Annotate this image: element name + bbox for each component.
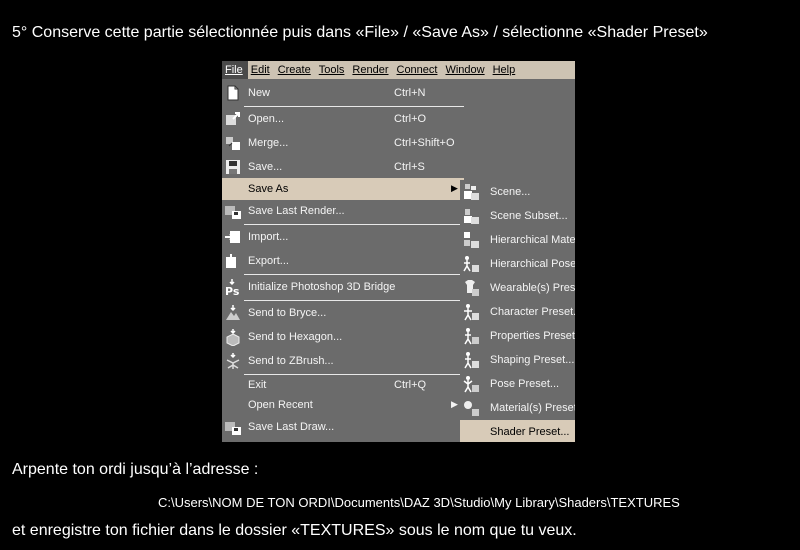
- file-menu-dropdown: New Ctrl+N Open... Ctrl+O Merge... Ctrl+…: [222, 79, 464, 442]
- submenu-item-pose[interactable]: Pose Preset...: [460, 372, 575, 396]
- wearable-icon: [465, 280, 479, 296]
- pose-icon: [463, 376, 479, 393]
- character-icon: [464, 304, 479, 321]
- svg-text:Ps: Ps: [225, 285, 240, 296]
- export-icon: [226, 254, 236, 268]
- daz-studio-screenshot: File Edit Create Tools Render Connect Wi…: [222, 61, 575, 442]
- submenu-item-scene-subset[interactable]: Scene Subset...: [460, 204, 575, 228]
- submenu-item-shaping[interactable]: Shaping Preset...: [460, 348, 575, 372]
- submenu-arrow-icon: ▶: [451, 399, 458, 409]
- menu-item-merge[interactable]: Merge... Ctrl+Shift+O: [222, 132, 464, 154]
- instruction-save: et enregistre ton fichier dans le dossie…: [12, 522, 577, 539]
- menu-item-save-as[interactable]: Save As ▶: [222, 178, 464, 200]
- menu-edit[interactable]: Edit: [248, 61, 275, 79]
- hexagon-icon: [226, 329, 240, 346]
- save-as-submenu: Scene... Scene Subset... Hierarchical Ma…: [460, 180, 575, 442]
- menu-separator: [244, 106, 464, 107]
- menu-separator: [244, 274, 464, 275]
- instruction-navigate: Arpente ton ordi jusqu’à l’adresse :: [12, 461, 259, 478]
- hier-pose-icon: [463, 256, 479, 272]
- shaping-icon: [464, 352, 479, 369]
- menu-tools[interactable]: Tools: [316, 61, 350, 79]
- submenu-item-character[interactable]: Character Preset...: [460, 300, 575, 324]
- menu-bar: File Edit Create Tools Render Connect Wi…: [222, 61, 575, 79]
- menu-create[interactable]: Create: [275, 61, 316, 79]
- save-disk-icon: [226, 160, 240, 174]
- menu-item-open[interactable]: Open... Ctrl+O: [222, 108, 464, 130]
- menu-item-new[interactable]: New Ctrl+N: [222, 82, 464, 104]
- hier-material-icon: [464, 232, 479, 248]
- menu-connect[interactable]: Connect: [394, 61, 443, 79]
- submenu-item-hierarchical-pose[interactable]: Hierarchical Pose Preset...: [460, 252, 575, 276]
- menu-item-save-last-render[interactable]: Save Last Render...: [222, 200, 464, 222]
- new-file-icon: [227, 85, 239, 101]
- submenu-item-shader-preset[interactable]: Shader Preset...: [460, 420, 575, 442]
- folder-path: C:\Users\NOM DE TON ORDI\Documents\DAZ 3…: [158, 495, 680, 510]
- submenu-item-hierarchical-material[interactable]: Hierarchical Material(s) Preset...: [460, 228, 575, 252]
- bryce-icon: [226, 305, 240, 320]
- menu-item-save-last-draw[interactable]: Save Last Draw...: [222, 416, 464, 438]
- submenu-arrow-icon: ▶: [451, 183, 458, 193]
- open-icon: [226, 112, 240, 125]
- scene-subset-icon: [464, 209, 479, 224]
- menu-item-exit[interactable]: Exit Ctrl+Q: [222, 374, 464, 396]
- menu-item-open-recent[interactable]: Open Recent ▶: [222, 394, 464, 416]
- submenu-item-materials[interactable]: Material(s) Preset...: [460, 396, 575, 420]
- submenu-item-wearables[interactable]: Wearable(s) Preset...: [460, 276, 575, 300]
- menu-item-import[interactable]: Import...: [222, 226, 464, 248]
- menu-item-export[interactable]: Export...: [222, 250, 464, 272]
- scene-preset-icon: [464, 184, 479, 200]
- menu-file[interactable]: File: [222, 61, 248, 79]
- menu-separator: [244, 224, 464, 225]
- menu-help[interactable]: Help: [490, 61, 521, 79]
- menu-separator: [244, 300, 464, 301]
- menu-item-send-bryce[interactable]: Send to Bryce...: [222, 302, 464, 324]
- save-render-icon: [225, 206, 241, 219]
- menu-item-send-hexagon[interactable]: Send to Hexagon...: [222, 326, 464, 348]
- zbrush-icon: [226, 353, 240, 369]
- menu-item-photoshop-bridge[interactable]: Ps Initialize Photoshop 3D Bridge: [222, 276, 464, 298]
- properties-icon: [464, 328, 479, 345]
- menu-item-send-zbrush[interactable]: Send to ZBrush...: [222, 350, 464, 372]
- save-draw-icon: [225, 422, 241, 435]
- submenu-item-scene[interactable]: Scene...: [460, 180, 575, 204]
- import-icon: [225, 231, 240, 243]
- menu-window[interactable]: Window: [442, 61, 489, 79]
- submenu-item-properties[interactable]: Properties Preset...: [460, 324, 575, 348]
- material-icon: [464, 401, 479, 416]
- menu-item-save[interactable]: Save... Ctrl+S: [222, 156, 464, 178]
- photoshop-icon: Ps: [225, 279, 240, 296]
- merge-icon: [226, 137, 240, 150]
- menu-render[interactable]: Render: [349, 61, 393, 79]
- step-instruction: 5° Conserve cette partie sélectionnée pu…: [12, 24, 708, 41]
